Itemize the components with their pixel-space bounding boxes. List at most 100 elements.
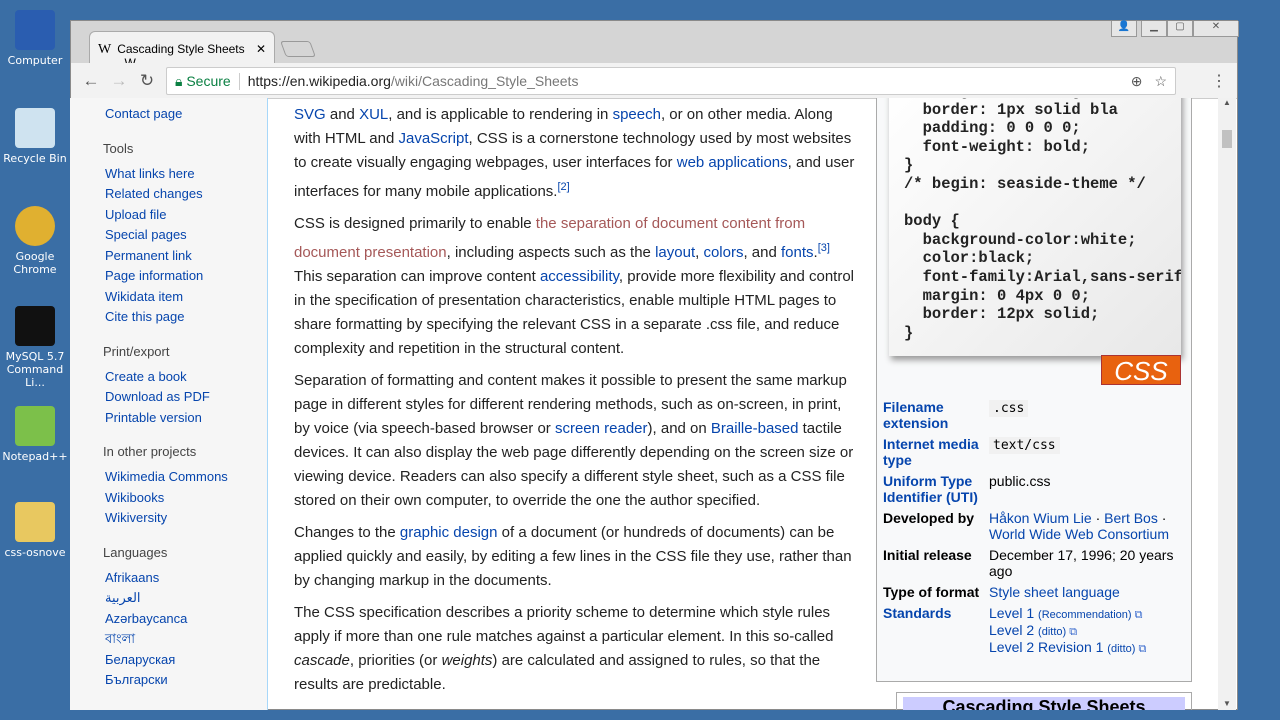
article-body: SVG and XUL, and is applicable to render…: [294, 98, 860, 705]
sidebar-item[interactable]: Wikidata item: [105, 287, 267, 308]
sidebar-item[interactable]: Download as PDF: [105, 387, 267, 408]
article-link[interactable]: accessibility: [540, 268, 619, 285]
separator: ·: [1157, 510, 1167, 526]
sidebar-item[interactable]: Printable version: [105, 408, 267, 429]
sidebar-item[interactable]: Wikibooks: [105, 488, 267, 509]
sidebar-item[interactable]: Wikimedia Commons: [105, 467, 267, 488]
bookmark-star-icon[interactable]: ☆: [1154, 73, 1167, 90]
sidebar-item[interactable]: Wikiversity: [105, 508, 267, 529]
close-window-button[interactable]: ✕: [1193, 21, 1239, 37]
sidebar-link[interactable]: Contact page: [105, 104, 267, 125]
window-controls: 👤 ▁ ▢ ✕: [1111, 21, 1239, 37]
citation-link[interactable]: [2]: [557, 181, 569, 193]
desktop-icon[interactable]: Computer: [0, 10, 70, 67]
article-link[interactable]: web applications: [677, 154, 788, 171]
article-link[interactable]: screen reader: [555, 420, 648, 437]
maximize-button[interactable]: ▢: [1167, 21, 1193, 37]
article-link[interactable]: graphic design: [400, 524, 498, 541]
type-link[interactable]: Style sheet language: [989, 584, 1120, 600]
article-link[interactable]: speech: [613, 106, 661, 123]
sidebar-item[interactable]: Related changes: [105, 184, 267, 205]
standard-note[interactable]: (Recommendation): [1038, 609, 1132, 621]
desktop-icon[interactable]: MySQL 5.7 Command Li...: [0, 306, 70, 389]
toolbar: ← → ↻ 🔒︎ Secure https://en.wikipedia.org…: [71, 63, 1237, 99]
standards-label[interactable]: Standards: [881, 604, 987, 660]
profile-icon[interactable]: 👤: [1111, 21, 1137, 37]
tab-title: Cascading Style Sheets - W: [117, 42, 245, 70]
standard-link[interactable]: Level 2: [989, 622, 1034, 638]
menu-icon[interactable]: ⋮: [1211, 71, 1227, 91]
article-link[interactable]: layout: [655, 244, 695, 261]
desktop-icon[interactable]: Notepad++: [0, 406, 70, 463]
standard-note[interactable]: (ditto): [1107, 643, 1135, 655]
developer-label: Developed by: [883, 510, 975, 526]
desktop-icon-label: Computer: [7, 54, 63, 67]
filename-label[interactable]: Filename extension: [881, 398, 987, 435]
desktop-icon-label: MySQL 5.7 Command Li...: [5, 350, 65, 389]
uti-label[interactable]: Uniform Type Identifier (UTI): [881, 472, 987, 509]
sidebar-item[interactable]: Upload file: [105, 205, 267, 226]
standard-note[interactable]: (ditto): [1038, 626, 1066, 638]
standard-item: Level 2 (ditto) ⧉: [989, 622, 1185, 639]
desktop-icon-image: [15, 108, 55, 148]
standard-link[interactable]: Level 2 Revision 1: [989, 639, 1103, 655]
sidebar-item[interactable]: Беларуская: [105, 650, 267, 671]
separator: ·: [1091, 510, 1105, 526]
article-link[interactable]: XUL: [359, 106, 388, 123]
zoom-icon[interactable]: ⊕: [1131, 73, 1143, 90]
sidebar-heading: Print/export: [103, 343, 170, 359]
text: , priorities (or: [349, 652, 442, 669]
infobox-table: Filename extension .css Internet media ty…: [881, 398, 1187, 660]
developer-link[interactable]: Håkon Wium Lie: [989, 510, 1092, 526]
scrollbar[interactable]: ▲ ▼: [1218, 98, 1236, 710]
desktop-icon[interactable]: Google Chrome: [0, 206, 70, 276]
article-link[interactable]: colors: [703, 244, 743, 261]
article-link[interactable]: Braille-based: [711, 420, 799, 437]
standard-link[interactable]: Level 1: [989, 605, 1034, 621]
close-tab-icon[interactable]: ✕: [256, 42, 266, 63]
external-link-icon[interactable]: ⧉: [1066, 626, 1077, 638]
sidebar-item[interactable]: বাংলা: [105, 629, 267, 650]
new-tab-button[interactable]: [280, 41, 316, 57]
sidebar-item[interactable]: Български: [105, 670, 267, 691]
article-link[interactable]: fonts: [781, 244, 814, 261]
text: The CSS specification describes a priori…: [294, 604, 834, 645]
minimize-button[interactable]: ▁: [1141, 21, 1167, 37]
lock-icon: 🔒︎: [175, 72, 183, 89]
citation-link[interactable]: [3]: [818, 242, 830, 254]
sidebar-item[interactable]: Azərbaycanca: [105, 609, 267, 630]
external-link-icon[interactable]: ⧉: [1135, 643, 1146, 655]
sidebar-item[interactable]: Permanent link: [105, 246, 267, 267]
sidebar-item[interactable]: العربية: [105, 588, 267, 609]
forward-icon[interactable]: →: [105, 71, 133, 91]
sidebar-heading: Languages: [103, 544, 168, 560]
back-icon[interactable]: ←: [77, 71, 105, 91]
developer-link[interactable]: World Wide Web Consortium: [989, 526, 1169, 542]
sidebar-item[interactable]: Create a book: [105, 367, 267, 388]
desktop-icon[interactable]: css-osnove: [0, 502, 70, 559]
tab-css[interactable]: W Cascading Style Sheets - W ✕: [89, 31, 275, 70]
media-label[interactable]: Internet media type: [881, 435, 987, 472]
scroll-down-icon[interactable]: ▼: [1218, 699, 1236, 708]
external-link-icon[interactable]: ⧉: [1132, 609, 1143, 621]
address-bar[interactable]: 🔒︎ Secure https://en.wikipedia.org/wiki/…: [166, 67, 1176, 95]
scroll-thumb[interactable]: [1222, 130, 1232, 148]
developer-link[interactable]: Bert Bos: [1104, 510, 1158, 526]
article-link[interactable]: JavaScript: [398, 130, 468, 147]
sidebar-item[interactable]: Page information: [105, 266, 267, 287]
sidebar-item[interactable]: Afrikaans: [105, 568, 267, 589]
desktop-icon-image: [15, 306, 55, 346]
scroll-up-icon[interactable]: ▲: [1218, 98, 1236, 107]
sidebar-item[interactable]: What links here: [105, 164, 267, 185]
url-path: /wiki/Cascading_Style_Sheets: [390, 73, 579, 89]
article-paragraph: CSS is designed primarily to enable the …: [294, 212, 860, 361]
sidebar-item[interactable]: Cite this page: [105, 307, 267, 328]
desktop-icon[interactable]: Recycle Bin: [0, 108, 70, 165]
article-link[interactable]: SVG: [294, 106, 326, 123]
reload-icon[interactable]: ↻: [133, 71, 161, 91]
sidebar-heading: Tools: [103, 140, 134, 156]
text: , including aspects such as the: [446, 244, 656, 261]
sidebar-item[interactable]: Special pages: [105, 225, 267, 246]
sidebar: Contact page Tools What links here Related …: [70, 98, 268, 710]
tab-bar: W Cascading Style Sheets - W ✕ 👤▁▢✕: [71, 21, 1239, 70]
